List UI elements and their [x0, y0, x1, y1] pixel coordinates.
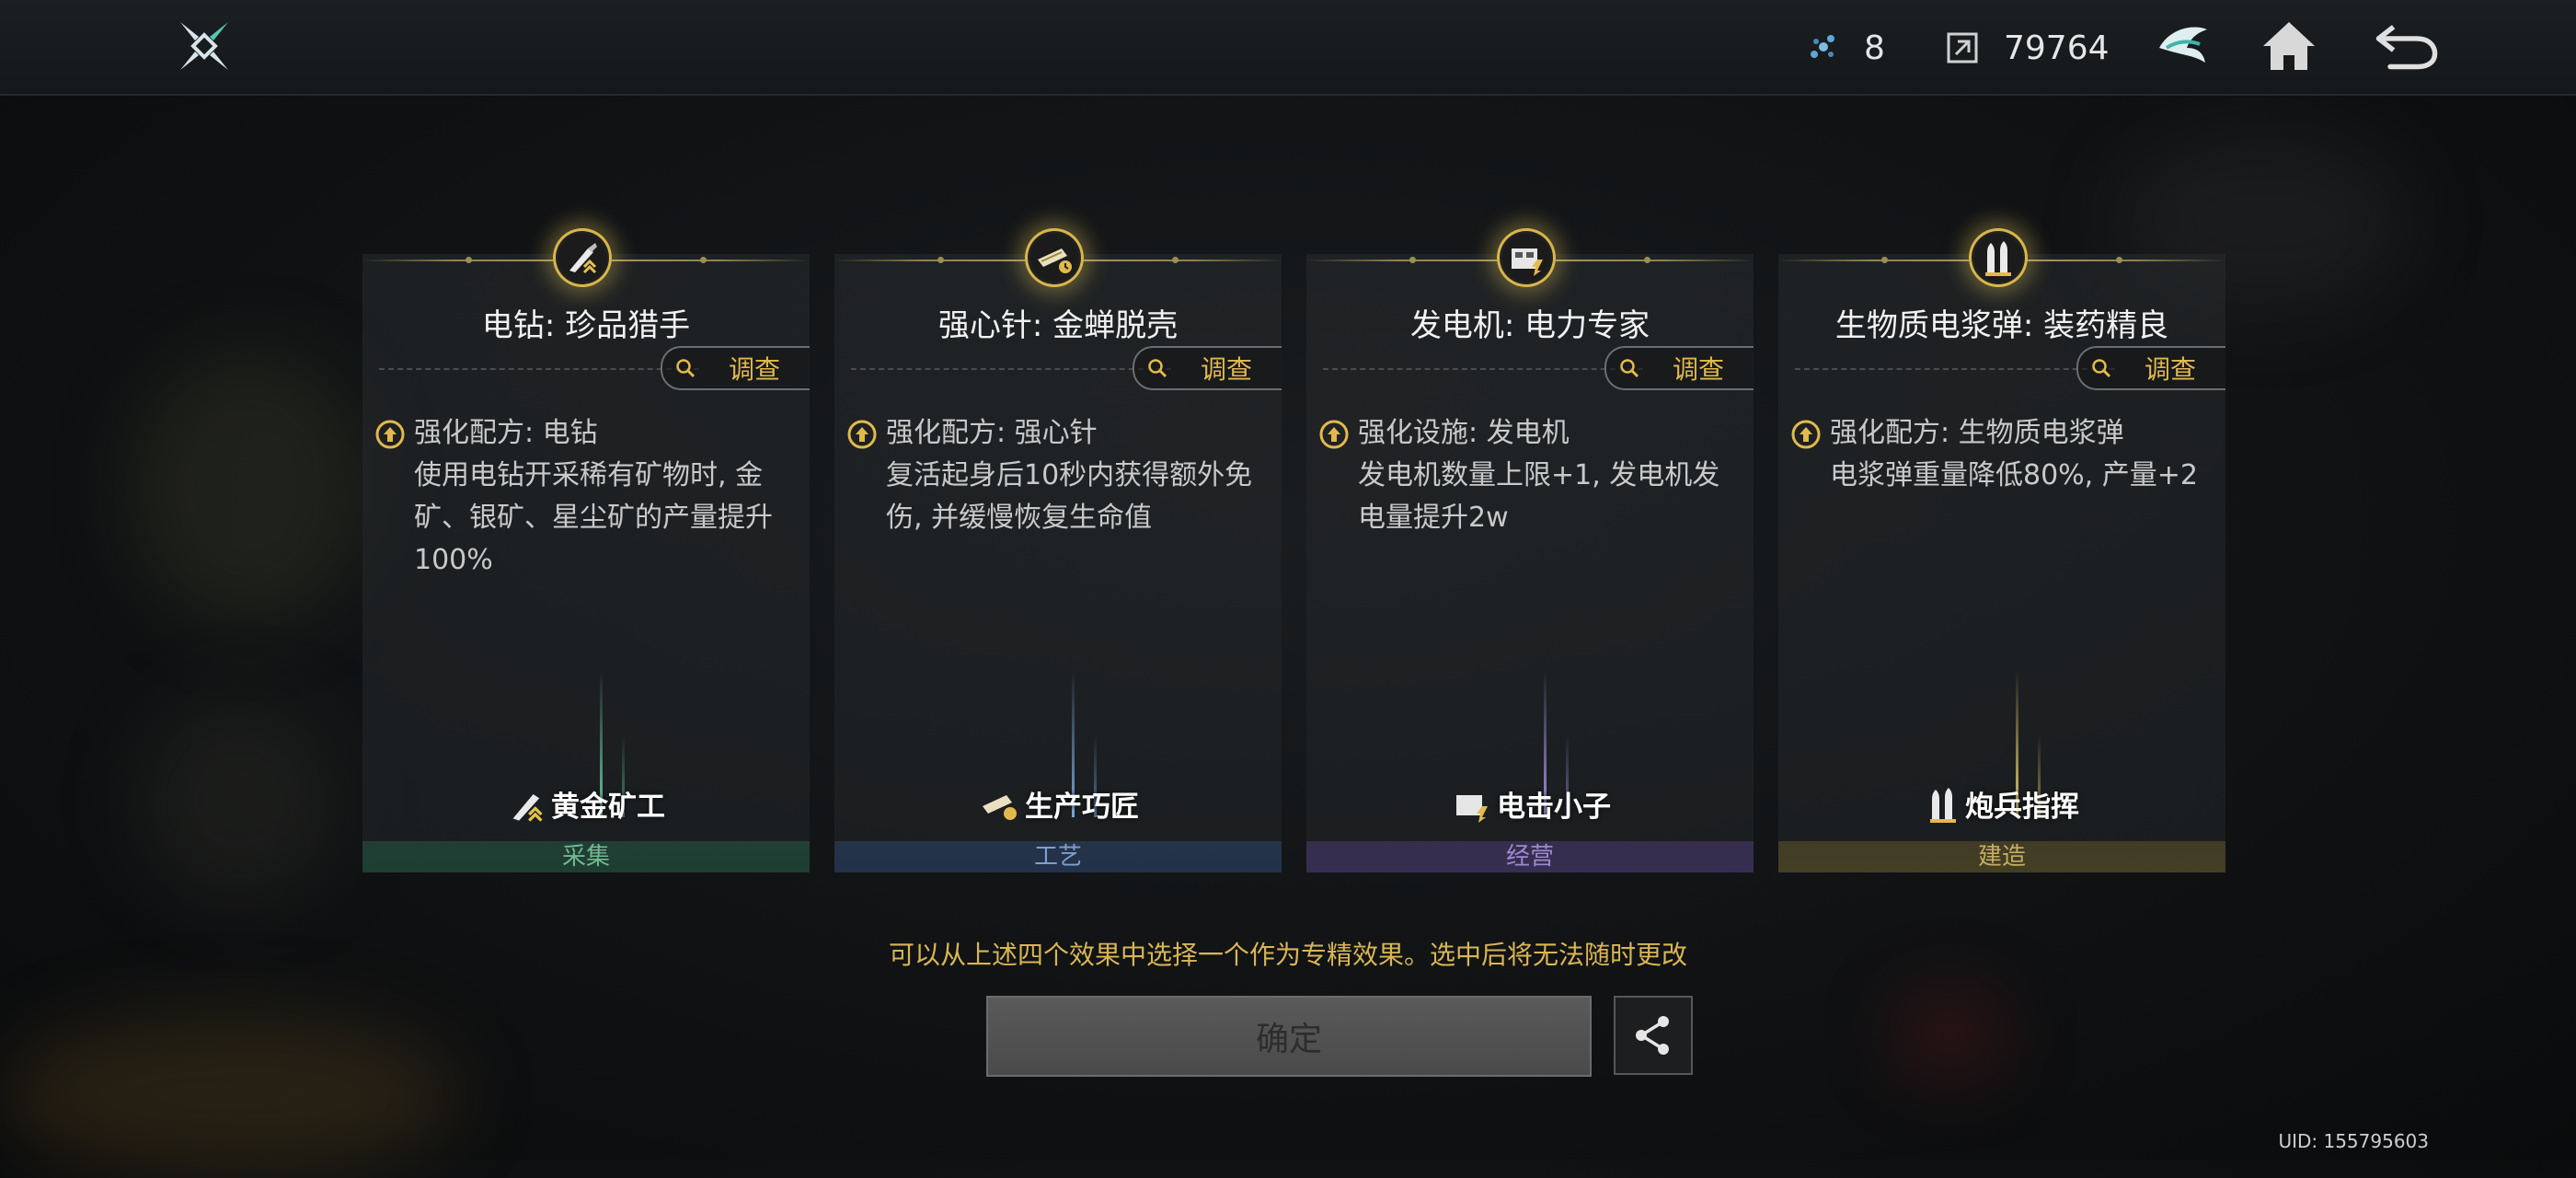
card-title: 电钻: 珍品猎手: [481, 307, 691, 344]
role-name: 电击小子: [1306, 783, 1754, 825]
specialization-card-4[interactable]: 生物质电浆弹: 装药精良 调查 强化配方: 生物质电浆弹 电浆弹重量降低80%,…: [1778, 228, 2225, 872]
inspect-button[interactable]: 调查: [2076, 346, 2225, 390]
upgrade-arrow-icon: [847, 420, 877, 449]
category-label: 经营: [1505, 843, 1554, 871]
inspect-label: 调查: [2145, 354, 2197, 385]
category-label: 采集: [561, 843, 610, 871]
upgrade-arrow-icon: [1791, 420, 1821, 449]
inspect-button[interactable]: 调查: [1133, 346, 1282, 390]
card-description: 强化设施: 发电机 发电机数量上限+1, 发电机发电量提升2w: [1358, 412, 1726, 539]
generator-icon: [1497, 228, 1556, 287]
category-bar: 建造: [1778, 841, 2225, 872]
specialization-card-3[interactable]: 发电机: 电力专家 调查 强化设施: 发电机 发电机数量上限+1, 发电机发电量…: [1306, 228, 1754, 872]
background-decor: [1895, 994, 2006, 1077]
plasma-shell-icon: [1969, 228, 2028, 287]
currency-count: 79764: [2004, 29, 2110, 67]
inspect-label: 调查: [1201, 354, 1253, 385]
drill-icon: [512, 793, 543, 822]
adrenaline-shot-icon: [983, 794, 1017, 820]
crystal-count: 8: [1864, 29, 1885, 67]
category-label: 建造: [1977, 843, 2026, 871]
search-icon: [1148, 359, 1167, 378]
category-label: 工艺: [1033, 843, 1082, 871]
home-icon: [2263, 22, 2315, 70]
top-bar: 8 79764: [0, 0, 2576, 96]
inspect-button[interactable]: 调查: [1604, 346, 1754, 390]
search-icon: [2092, 359, 2111, 378]
background-decor: [0, 1012, 460, 1178]
role-label: 生产巧匠: [1025, 791, 1139, 824]
card-title: 生物质电浆弹: 装药精良: [1834, 307, 2169, 344]
card-divider: [1795, 368, 2115, 370]
description-body: 电浆弹重量降低80%, 产量+2: [1830, 459, 2198, 491]
upgrade-arrow-icon: [375, 420, 405, 449]
category-bar: 工艺: [834, 841, 1282, 872]
description-heading: 强化配方: 电钻: [414, 417, 598, 449]
role-label: 电击小子: [1497, 791, 1611, 824]
role-label: 黄金矿工: [551, 791, 665, 824]
upgrade-arrow-icon: [1319, 420, 1349, 449]
category-bar: 采集: [362, 841, 810, 872]
card-divider: [379, 368, 699, 370]
card-divider: [1323, 368, 1643, 370]
crystal-icon: [1811, 35, 1834, 58]
game-logo-icon[interactable]: [175, 17, 234, 75]
drill-icon: [553, 228, 612, 287]
role-name: 炮兵指挥: [1778, 783, 2225, 825]
description-body: 发电机数量上限+1, 发电机发电量提升2w: [1358, 459, 1720, 534]
role-name: 黄金矿工: [362, 783, 810, 825]
background-decor: [129, 350, 368, 626]
confirm-label: 确定: [1255, 1021, 1322, 1058]
inspect-label: 调查: [729, 354, 781, 385]
inspect-label: 调查: [1673, 354, 1725, 385]
description-heading: 强化配方: 强心针: [886, 417, 1098, 449]
category-bar: 经营: [1306, 841, 1754, 872]
description-heading: 强化设施: 发电机: [1358, 417, 1570, 449]
confirm-button[interactable]: 确定: [986, 996, 1592, 1077]
card-description: 强化配方: 生物质电浆弹 电浆弹重量降低80%, 产量+2: [1830, 412, 2198, 497]
card-divider: [851, 368, 1171, 370]
role-label: 炮兵指挥: [1965, 791, 2079, 824]
share-button[interactable]: [1614, 996, 1693, 1075]
inspect-button[interactable]: 调查: [661, 346, 810, 390]
background-decor: [138, 699, 340, 902]
back-icon: [2375, 25, 2438, 70]
specialization-card-1[interactable]: 电钻: 珍品猎手 调查 强化配方: 电钻 使用电钻开采稀有矿物时, 金矿、银矿、…: [362, 228, 810, 872]
search-icon: [676, 359, 696, 378]
card-description: 强化配方: 强心针 复活起身后10秒内获得额外免伤, 并缓慢恢复生命值: [886, 412, 1254, 539]
description-heading: 强化配方: 生物质电浆弹: [1830, 417, 2124, 449]
selection-hint: 可以从上述四个效果中选择一个作为专精效果。选中后将无法随时更改: [888, 940, 1687, 970]
generator-icon: [1456, 794, 1488, 823]
search-icon: [1620, 359, 1639, 378]
home-button[interactable]: [2256, 13, 2322, 79]
card-description: 强化配方: 电钻 使用电钻开采稀有矿物时, 金矿、银矿、星尘矿的产量提升100%: [414, 412, 782, 582]
description-body: 复活起身后10秒内获得额外免伤, 并缓慢恢复生命值: [886, 459, 1253, 534]
currency-icon: [1947, 32, 1978, 64]
emblem-button[interactable]: [2149, 13, 2215, 79]
adrenaline-shot-icon: [1025, 228, 1084, 287]
description-body: 使用电钻开采稀有矿物时, 金矿、银矿、星尘矿的产量提升100%: [414, 459, 773, 576]
card-title: 强心针: 金蝉脱壳: [937, 307, 1179, 344]
user-id: UID: 155795603: [2278, 1130, 2429, 1152]
card-title: 发电机: 电力专家: [1409, 307, 1650, 344]
resource-currency: 79764: [1945, 22, 2110, 74]
role-name: 生产巧匠: [834, 783, 1282, 825]
plasma-shell-icon: [1930, 787, 1956, 823]
share-icon: [1636, 1016, 1669, 1055]
back-button[interactable]: [2374, 13, 2440, 79]
specialization-card-2[interactable]: 强心针: 金蝉脱壳 调查 强化配方: 强心针 复活起身后10秒内获得额外免伤, …: [834, 228, 1282, 872]
resource-crystal: 8: [1805, 22, 1885, 74]
emblem-icon: [2159, 27, 2207, 64]
